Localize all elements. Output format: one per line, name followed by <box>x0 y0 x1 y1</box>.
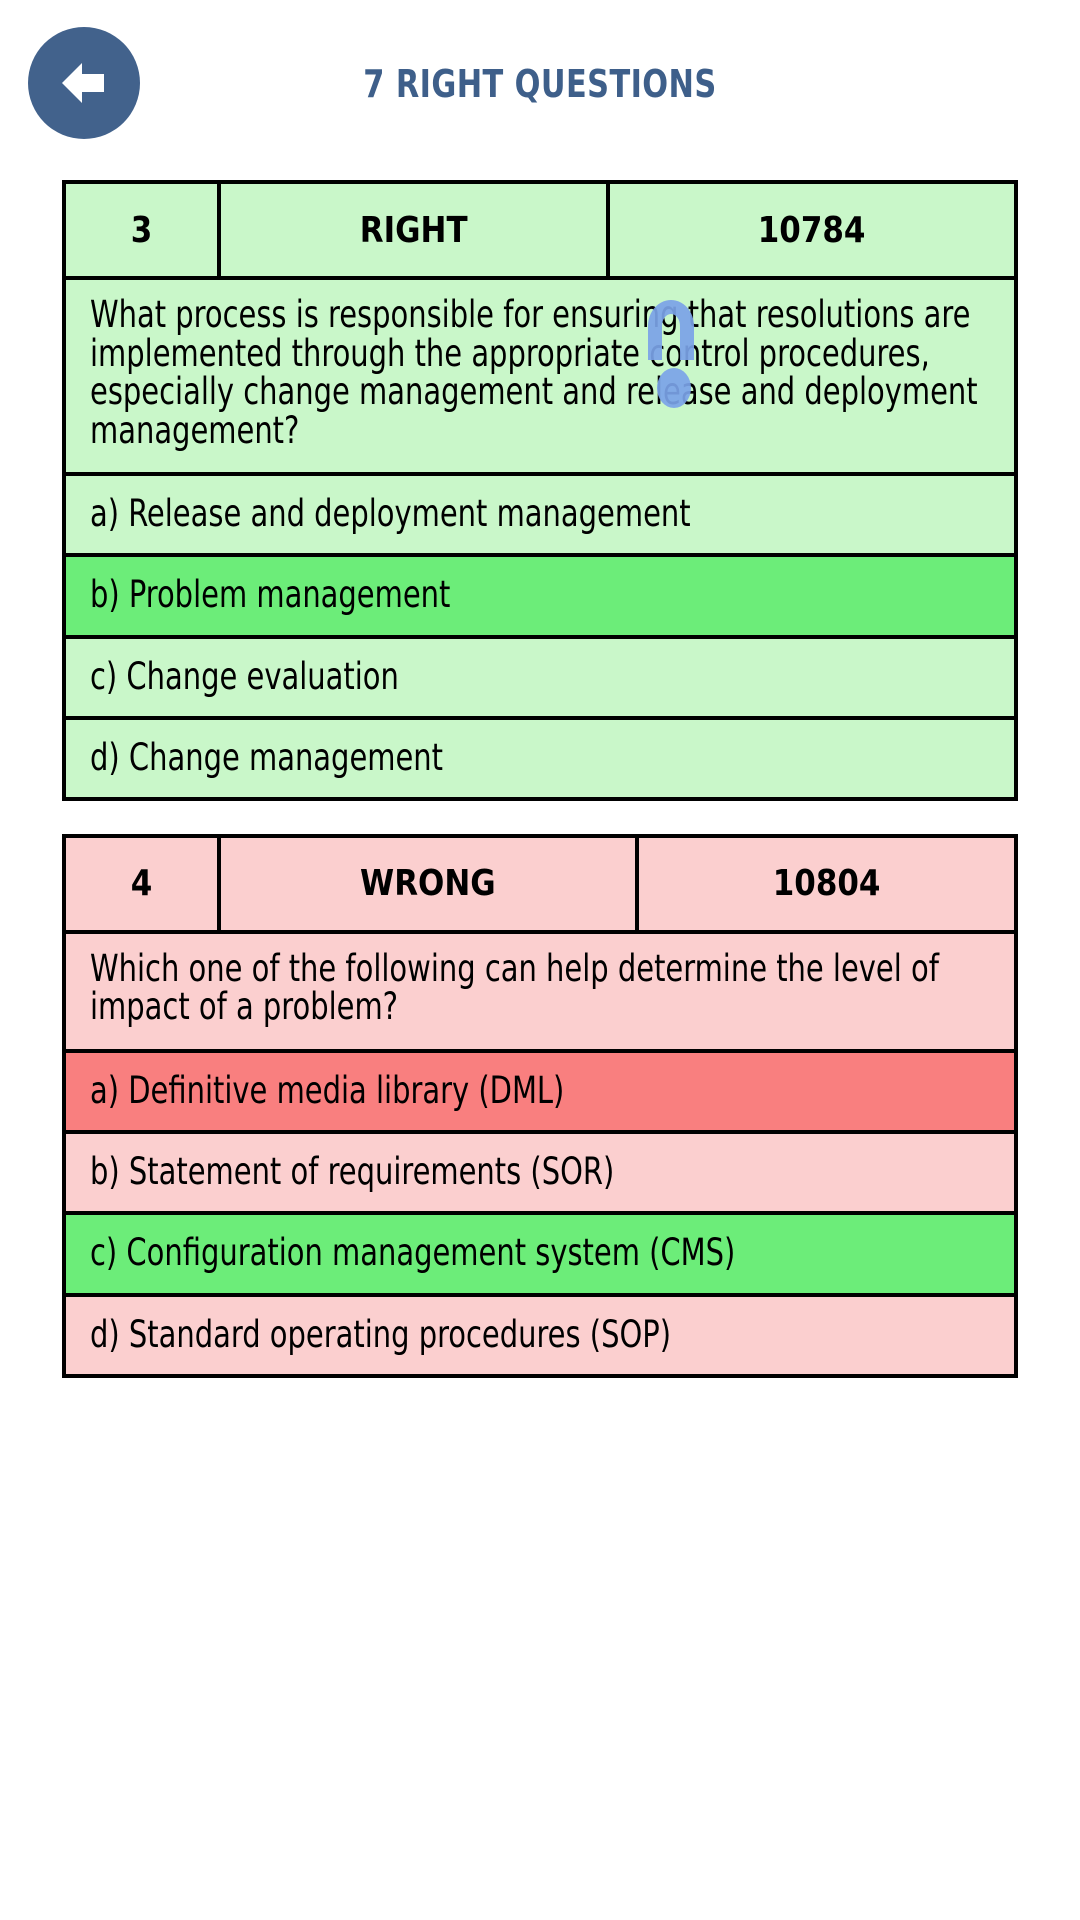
question-card-4: 4 WRONG 10804 Which one of the following… <box>62 833 1018 1378</box>
question-number-value: 3 <box>130 209 153 251</box>
question-list: d) An SLA for a service with no customer… <box>0 168 1080 1411</box>
answer-option[interactable]: d) Standard operating procedures (SOP) <box>66 1292 1014 1374</box>
question-id-value: 10784 <box>758 209 866 251</box>
question-number-value: 4 <box>130 863 153 905</box>
answer-option-label: b) Problem management <box>90 573 451 617</box>
question-id-value: 10804 <box>772 863 881 905</box>
answer-option[interactable]: a) Release and deployment management <box>66 472 1014 553</box>
question-card-3: 3 RIGHT 10784 What process is responsibl… <box>62 180 1018 801</box>
answer-option-label: d) Standard operating procedures (SOP) <box>90 1312 672 1356</box>
question-meta-row: 4 WRONG 10804 <box>66 837 1014 930</box>
question-number: 4 <box>66 837 221 930</box>
question-text: Which one of the following can help dete… <box>66 929 1014 1049</box>
question-text: What process is responsible for ensuring… <box>66 276 1014 472</box>
question-id: 10784 <box>610 184 1014 276</box>
answer-option-selected-wrong[interactable]: a) Definitive media library (DML) <box>66 1048 1014 1131</box>
answer-option-label: c) Configuration management system (CMS) <box>90 1231 736 1275</box>
verdict-label: WRONG <box>360 863 496 905</box>
verdict-label: RIGHT <box>359 209 468 251</box>
app-header: 7 RIGHT QUESTIONS <box>0 0 1080 168</box>
question-number: 3 <box>66 184 221 277</box>
back-arrow-icon <box>52 51 116 115</box>
answer-option-label: d) Change management <box>90 735 444 779</box>
answer-option-label: a) Definitive media library (DML) <box>90 1068 565 1112</box>
question-list-scroll-area[interactable]: d) An SLA for a service with no customer… <box>0 168 1080 1920</box>
verdict-badge: RIGHT <box>221 184 610 277</box>
page-title: 7 RIGHT QUESTIONS <box>363 62 717 106</box>
answer-option-label: b) Statement of requirements (SOR) <box>90 1150 615 1194</box>
answer-option[interactable]: c) Change evaluation <box>66 634 1014 716</box>
answer-option-label: a) Release and deployment management <box>90 492 691 536</box>
question-text-value: Which one of the following can help dete… <box>90 946 939 1029</box>
answer-option[interactable]: d) Change management <box>66 715 1014 797</box>
verdict-badge: WRONG <box>221 837 639 930</box>
answer-option-label: c) Change evaluation <box>90 654 399 698</box>
answer-option-selected[interactable]: b) Problem management <box>66 553 1014 635</box>
question-id: 10804 <box>639 838 1014 930</box>
answer-option-correct[interactable]: c) Configuration management system (CMS) <box>66 1211 1014 1293</box>
answer-option[interactable]: b) Statement of requirements (SOR) <box>66 1130 1014 1211</box>
question-meta-row: 3 RIGHT 10784 <box>66 184 1014 277</box>
question-text-value: What process is responsible for ensuring… <box>90 293 978 452</box>
